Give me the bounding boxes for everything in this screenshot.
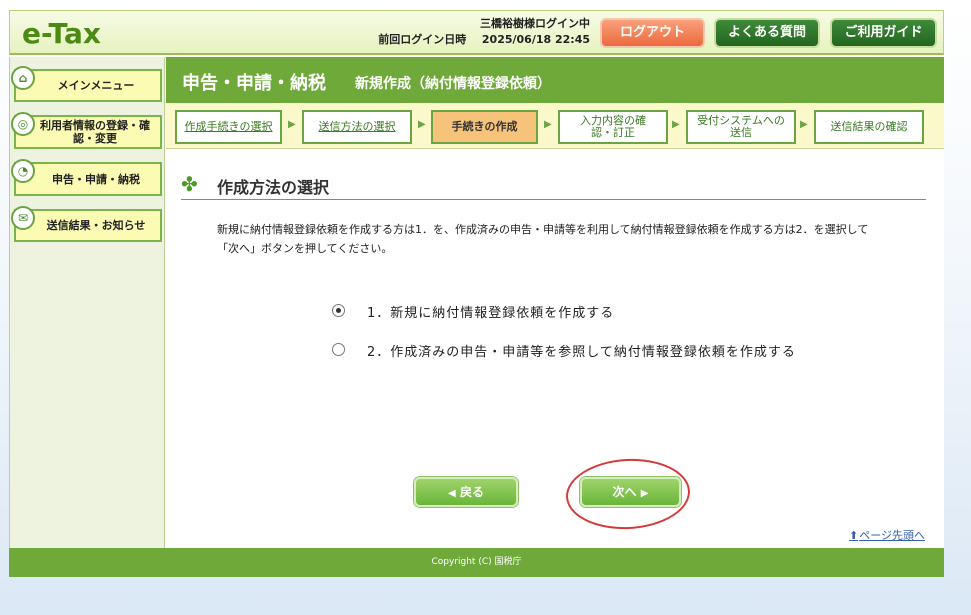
option-label: 2．作成済みの申告・申請等を参照して納付情報登録依頼を作成する xyxy=(367,345,796,360)
step-check-result: 送信結果の確認 xyxy=(814,110,924,144)
option-new-registration[interactable]: 1．新規に納付情報登録依頼を作成する xyxy=(332,302,732,322)
step-confirm-input: 入力内容の確認・訂正 xyxy=(558,110,668,144)
header: e-Tax 三橋裕樹様ログイン中 前回ログイン日時 2025/06/18 22:… xyxy=(9,10,944,55)
step-select-procedure[interactable]: 作成手続きの選択 xyxy=(175,110,282,144)
sidebar-item-main-menu[interactable]: ⌂ メインメニュー xyxy=(11,66,162,102)
option-label: 1．新規に納付情報登録依頼を作成する xyxy=(367,306,615,321)
step-create-procedure: 手続きの作成 xyxy=(431,110,538,144)
logout-button[interactable]: ログアウト xyxy=(600,18,705,48)
sidebar-item-label: 申告・申請・納税 xyxy=(52,173,140,186)
faq-button[interactable]: よくある質問 xyxy=(714,18,820,48)
login-info: 三橋裕樹様ログイン中 前回ログイン日時 2025/06/18 22:45 xyxy=(375,16,590,48)
home-icon: ⌂ xyxy=(11,66,35,90)
step-progress: 作成手続きの選択 ▶ 送信方法の選択 ▶ 手続きの作成 ▶ 入力内容の確認・訂正… xyxy=(166,103,944,149)
sidebar-item-label: 利用者情報の登録・確認・変更 xyxy=(40,119,150,145)
user-info-icon: ◎ xyxy=(11,112,35,136)
user-status: 三橋裕樹様ログイン中 xyxy=(480,17,590,30)
radio-new-registration[interactable] xyxy=(332,304,345,317)
sidebar-item-declaration[interactable]: ◔ 申告・申請・納税 xyxy=(11,159,162,196)
step-label: 送信方法の選択 xyxy=(318,120,396,133)
step-arrow-icon: ▶ xyxy=(288,119,296,130)
clover-icon: ✤ xyxy=(181,172,198,196)
option-use-existing[interactable]: 2．作成済みの申告・申請等を参照して納付情報登録依頼を作成する xyxy=(332,341,812,361)
step-arrow-icon: ▶ xyxy=(544,119,552,130)
back-button[interactable]: ◀ 戻る xyxy=(414,477,518,507)
notification-icon: ✉ xyxy=(11,206,35,230)
step-label: 作成手続きの選択 xyxy=(184,120,273,133)
sidebar-item-notifications[interactable]: ✉ 送信結果・お知らせ xyxy=(11,206,162,242)
step-label: 送信結果の確認 xyxy=(830,120,908,133)
sidebar-item-label: メインメニュー xyxy=(57,79,135,92)
guide-button[interactable]: ご利用ガイド xyxy=(830,18,937,48)
step-arrow-icon: ▶ xyxy=(672,119,680,130)
sidebar-item-user-info[interactable]: ◎ 利用者情報の登録・確認・変更 xyxy=(11,112,162,149)
step-select-send-method[interactable]: 送信方法の選択 xyxy=(302,110,412,144)
step-arrow-icon: ▶ xyxy=(418,119,426,130)
last-login-label: 前回ログイン日時 xyxy=(378,33,467,46)
copyright-text: Copyright (C) 国税庁 xyxy=(431,557,522,567)
page-subtitle: 新規作成（納付情報登録依頼） xyxy=(355,76,551,92)
step-send-to-system: 受付システムへの送信 xyxy=(686,110,796,144)
title-bar: 申告・申請・納税 新規作成（納付情報登録依頼） xyxy=(166,57,944,103)
section-title: 作成方法の選択 xyxy=(217,178,330,197)
section-heading: ✤ 作成方法の選択 xyxy=(181,168,926,200)
step-label: 入力内容の確認・訂正 xyxy=(580,114,646,139)
radio-use-existing[interactable] xyxy=(332,343,345,356)
step-arrow-icon: ▶ xyxy=(800,119,808,130)
sidebar: ⌂ メインメニュー ◎ 利用者情報の登録・確認・変更 ◔ 申告・申請・納税 ✉ … xyxy=(9,57,165,548)
page-top-label: ページ先頭へ xyxy=(859,529,925,542)
sidebar-item-label: 送信結果・お知らせ xyxy=(46,219,146,232)
last-login: 前回ログイン日時 2025/06/18 22:45 xyxy=(375,32,590,48)
page-top-link[interactable]: ⬆ページ先頭へ xyxy=(849,527,925,543)
back-button-label: 戻る xyxy=(459,485,484,499)
last-login-value: 2025/06/18 22:45 xyxy=(481,33,590,46)
etax-logo[interactable]: e-Tax xyxy=(22,17,101,50)
step-label: 受付システムへの送信 xyxy=(697,114,785,139)
page-top-arrow-icon: ⬆ xyxy=(849,529,859,542)
page-title: 申告・申請・納税 xyxy=(182,73,326,94)
instruction-text: 新規に納付情報登録依頼を作成する方は1．を、作成済みの申告・申請等を利用して納付… xyxy=(217,223,869,255)
back-arrow-icon: ◀ xyxy=(448,488,456,499)
footer: Copyright (C) 国税庁 xyxy=(9,548,944,577)
step-label: 手続きの作成 xyxy=(451,120,518,133)
declaration-icon: ◔ xyxy=(11,159,35,183)
